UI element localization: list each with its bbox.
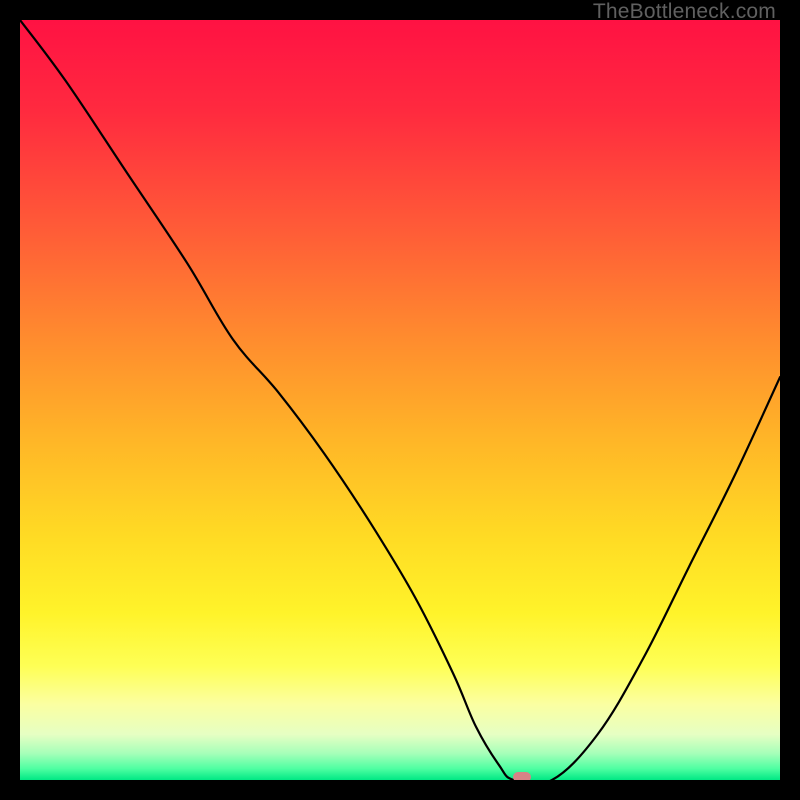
bottleneck-curve: [20, 20, 780, 780]
chart-frame: TheBottleneck.com: [0, 0, 800, 800]
plot-area: [20, 20, 780, 780]
attribution-text: TheBottleneck.com: [593, 0, 776, 24]
curve-layer: [20, 20, 780, 780]
marker-pill: [513, 772, 531, 780]
